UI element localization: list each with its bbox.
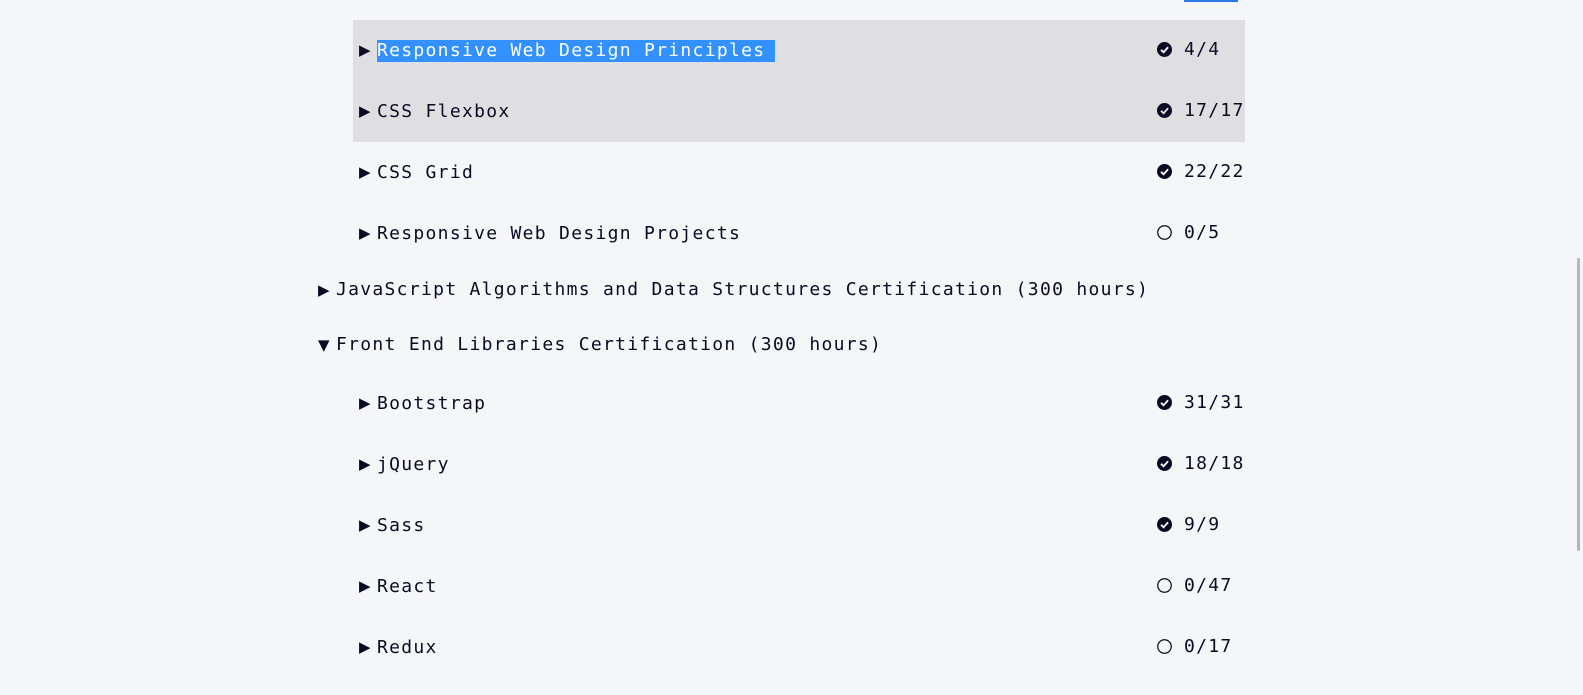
block-title: Responsive Web Design Principles — [377, 39, 776, 62]
progress-count: 0/17 — [1184, 636, 1233, 657]
progress-count: 22/22 — [1184, 161, 1245, 182]
block-title: jQuery — [377, 453, 450, 475]
progress-count: 9/9 — [1184, 514, 1221, 535]
check-circle-icon — [1157, 456, 1172, 471]
block-progress: 0/17 — [1157, 636, 1233, 657]
expand-arrow-icon: ▶ — [359, 516, 371, 534]
block-progress: 17/17 — [1157, 100, 1245, 121]
block-progress: 4/4 — [1157, 39, 1220, 60]
block-row-fel-3[interactable]: ▶ React — [353, 556, 1245, 617]
expand-arrow-icon: ▶ — [359, 102, 371, 120]
block-progress: 22/22 — [1157, 161, 1245, 182]
progress-count: 0/47 — [1184, 575, 1233, 596]
block-row-rwd-2[interactable]: ▶ CSS Grid — [353, 142, 1245, 203]
block-row-rwd-1[interactable]: ▶ CSS Flexbox — [353, 81, 1245, 142]
expand-arrow-icon: ▶ — [359, 224, 371, 242]
progress-count: 4/4 — [1184, 39, 1221, 60]
block-title: CSS Flexbox — [377, 100, 511, 122]
expand-arrow-icon: ▶ — [359, 394, 371, 412]
progress-count: 18/18 — [1184, 453, 1245, 474]
block-title: Sass — [377, 514, 426, 536]
block-row-fel-0[interactable]: ▶ Bootstrap — [353, 373, 1245, 434]
block-progress: 18/18 — [1157, 453, 1245, 474]
empty-circle-icon — [1157, 225, 1172, 240]
block-row-fel-2[interactable]: ▶ Sass — [353, 495, 1245, 556]
expand-arrow-icon: ▶ — [359, 41, 371, 59]
expand-arrow-icon: ▶ — [359, 163, 371, 181]
block-title: Responsive Web Design Projects — [377, 222, 742, 244]
check-circle-icon — [1157, 42, 1172, 57]
block-title: Bootstrap — [377, 392, 487, 414]
block-title: React — [377, 575, 438, 597]
check-circle-icon — [1157, 164, 1172, 179]
progress-count: 17/17 — [1184, 100, 1245, 121]
progress-count: 0/5 — [1184, 222, 1221, 243]
expand-arrow-icon: ▶ — [359, 638, 371, 656]
block-progress: 0/47 — [1157, 575, 1233, 596]
check-circle-icon — [1157, 395, 1172, 410]
top-link-underline[interactable] — [1184, 0, 1238, 2]
scrollbar[interactable] — [1568, 0, 1583, 695]
empty-circle-icon — [1157, 639, 1172, 654]
expand-arrow-icon: ▶ — [359, 577, 371, 595]
block-row-fel-4[interactable]: ▶ Redux — [353, 617, 1245, 678]
scrollbar-thumb[interactable] — [1577, 258, 1580, 551]
expand-arrow-icon: ▶ — [318, 280, 330, 299]
block-row-rwd-3[interactable]: ▶ Responsive Web Design Projects — [353, 203, 1245, 264]
check-circle-icon — [1157, 103, 1172, 118]
superblock-javascript[interactable]: ▶ JavaScript Algorithms and Data Structu… — [318, 279, 1149, 301]
superblock-title: Front End Libraries Certification (300 h… — [336, 334, 883, 355]
block-progress: 0/5 — [1157, 222, 1220, 243]
superblock-title: JavaScript Algorithms and Data Structure… — [336, 279, 1150, 300]
empty-circle-icon — [1157, 578, 1172, 593]
check-circle-icon — [1157, 517, 1172, 532]
superblock-front-end-libraries[interactable]: ▼ Front End Libraries Certification (300… — [318, 334, 882, 356]
block-row-rwd-0[interactable]: ▶ Responsive Web Design Principles — [353, 20, 1245, 81]
block-row-fel-1[interactable]: ▶ jQuery — [353, 434, 1245, 495]
expand-arrow-icon: ▶ — [359, 455, 371, 473]
block-progress: 31/31 — [1157, 392, 1245, 413]
block-progress: 9/9 — [1157, 514, 1220, 535]
collapse-arrow-icon: ▼ — [318, 335, 330, 354]
block-title: CSS Grid — [377, 161, 475, 183]
curriculum-page: ▶ Responsive Web Design Principles 4/4 ▶… — [0, 0, 1583, 695]
progress-count: 31/31 — [1184, 392, 1245, 413]
block-title: Redux — [377, 636, 438, 658]
